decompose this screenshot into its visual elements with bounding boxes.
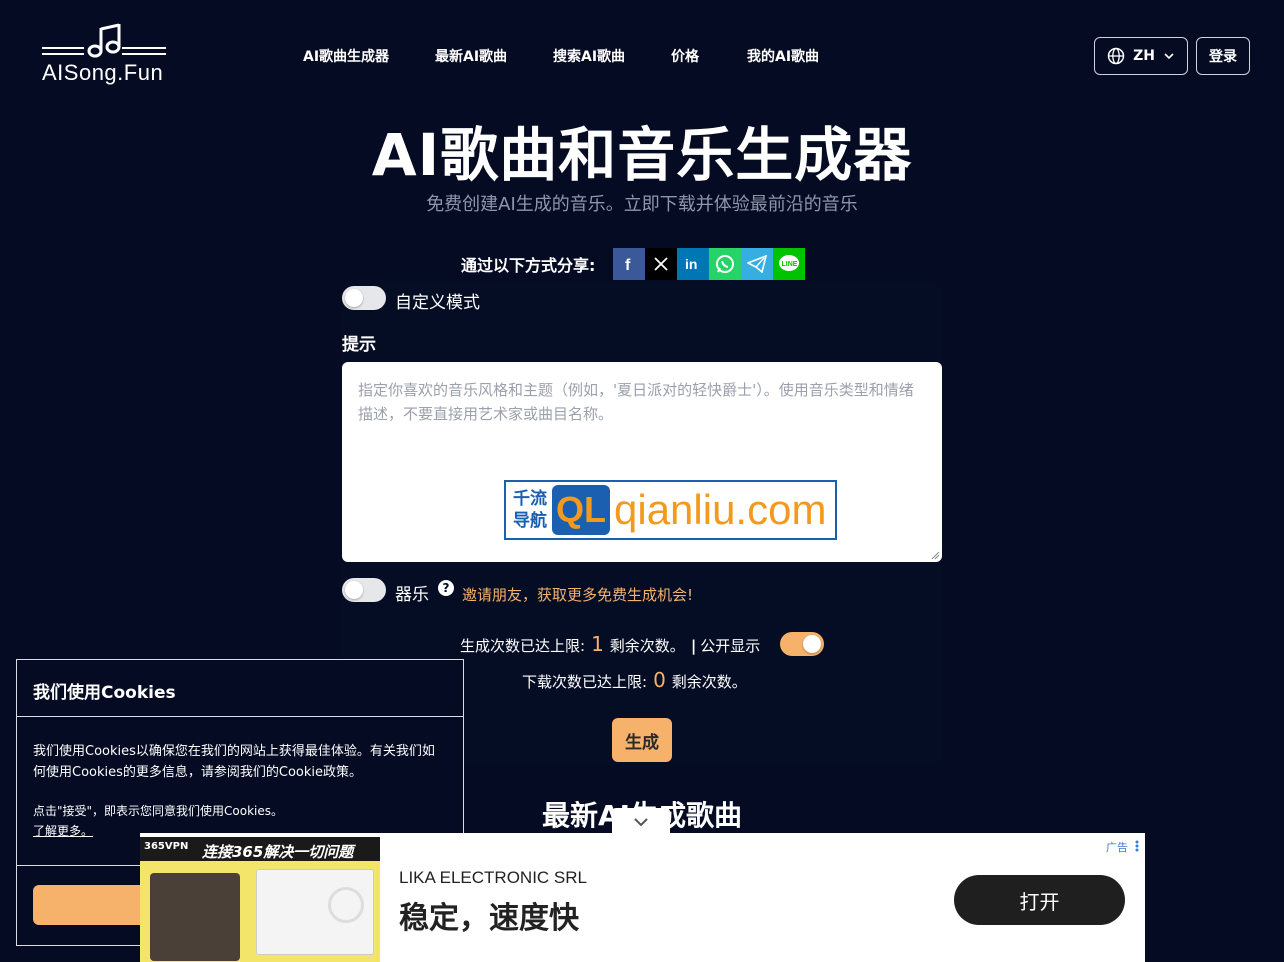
nav-pricing[interactable]: 价格 [671, 46, 747, 66]
ad-image-banner: 连接365解决一切问题 [202, 843, 354, 861]
svg-text:f: f [625, 257, 631, 272]
prompt-label: 提示 [342, 335, 376, 355]
cookie-consent-text: 点击"接受"，即表示您同意我们使用Cookies。 [33, 804, 284, 818]
ad-image[interactable]: 365VPN 连接365解决一切问题 [140, 837, 380, 962]
page-title: AI歌曲和音乐生成器 [371, 121, 913, 189]
ad-open-button[interactable]: 打开 [954, 875, 1125, 925]
dl-remaining-count: 0 [653, 668, 666, 692]
instrumental-toggle[interactable] [342, 578, 386, 602]
main-nav: AI歌曲生成器 最新AI歌曲 搜索AI歌曲 价格 我的AI歌曲 [303, 46, 847, 66]
facebook-icon[interactable]: f [613, 248, 646, 280]
logo-text: AISong.Fun [42, 60, 164, 85]
cookie-title: 我们使用Cookies [17, 660, 463, 717]
public-toggle[interactable] [780, 632, 824, 656]
music-note-icon [42, 23, 166, 58]
dl-limit-suffix: 剩余次数。 [671, 673, 747, 691]
qianliu-logo: QL [552, 485, 610, 535]
svg-text:LINE: LINE [782, 261, 798, 268]
generate-button[interactable]: 生成 [612, 718, 672, 762]
gen-limit-suffix: 剩余次数。 [609, 637, 685, 655]
custom-mode-toggle[interactable] [342, 286, 386, 310]
cookie-body: 我们使用Cookies以确保您在我们的网站上获得最佳体验。有关我们如何使用Coo… [33, 744, 435, 780]
line-icon[interactable]: LINE [773, 248, 806, 280]
nav-latest-ai-songs[interactable]: 最新AI歌曲 [435, 46, 553, 66]
gen-remaining-count: 1 [591, 632, 604, 656]
prompt-placeholder: 指定你喜欢的音乐风格和主题（例如，'夏日派对的轻快爵士'）。使用音乐类型和情绪描… [358, 381, 914, 423]
qianliu-cn-text: 千流 导航 [506, 488, 552, 532]
nav-my-ai-songs[interactable]: 我的AI歌曲 [747, 46, 847, 66]
whatsapp-icon[interactable] [709, 248, 742, 280]
site-logo[interactable]: AISong.Fun [40, 22, 170, 90]
resize-handle-icon[interactable] [930, 550, 940, 560]
linkedin-icon[interactable]: in [677, 248, 710, 280]
public-label: 公开显示 [700, 637, 761, 655]
language-label: ZH [1133, 48, 1155, 64]
gen-limit-prefix: 生成次数已达上限: [460, 637, 586, 655]
telegram-icon[interactable] [741, 248, 774, 280]
share-bar: 通过以下方式分享: f in LINE [461, 248, 806, 280]
globe-icon [1107, 47, 1125, 65]
language-selector[interactable]: ZH [1094, 37, 1188, 75]
ad-menu-icon[interactable] [1135, 840, 1139, 852]
separator: | [690, 637, 697, 655]
dl-limit-prefix: 下载次数已达上限: [522, 673, 648, 691]
ad-collapse-button[interactable] [612, 808, 670, 836]
share-label: 通过以下方式分享: [461, 256, 596, 275]
qianliu-banner[interactable]: 千流 导航 QL qianliu.com [504, 480, 837, 540]
help-icon[interactable]: ? [438, 580, 454, 596]
ad-company: LIKA ELECTRONIC SRL [399, 868, 588, 887]
ad-headline: 稳定，速度快 [399, 901, 579, 936]
ad-banner[interactable]: 365VPN 连接365解决一切问题 广告 LIKA ELECTRONIC SR… [140, 833, 1145, 962]
instrumental-label: 器乐 [395, 585, 429, 605]
chevron-down-icon [634, 818, 648, 827]
nav-search-ai-songs[interactable]: 搜索AI歌曲 [553, 46, 671, 66]
invite-link[interactable]: 邀请朋友，获取更多免费生成机会! [462, 584, 693, 605]
qianliu-cn-top: 千流 [513, 489, 547, 509]
x-icon[interactable] [645, 248, 678, 280]
ad-image-brand: 365VPN [144, 841, 189, 852]
qianliu-cn-bottom: 导航 [513, 511, 547, 531]
login-button[interactable]: 登录 [1196, 37, 1250, 75]
nav-ai-song-generator[interactable]: AI歌曲生成器 [303, 46, 435, 66]
chevron-down-icon [1164, 53, 1174, 60]
qianliu-url: qianliu.com [614, 486, 827, 533]
svg-text:in: in [685, 256, 697, 272]
generation-limit: 生成次数已达上限: 1 剩余次数。 | 公开显示 [460, 632, 760, 656]
page-subtitle: 免费创建AI生成的音乐。立即下载并体验最前沿的音乐 [426, 194, 858, 215]
ad-label: 广告 [1106, 841, 1128, 854]
download-limit: 下载次数已达上限: 0 剩余次数。 [522, 668, 747, 692]
custom-mode-label: 自定义模式 [395, 293, 480, 313]
